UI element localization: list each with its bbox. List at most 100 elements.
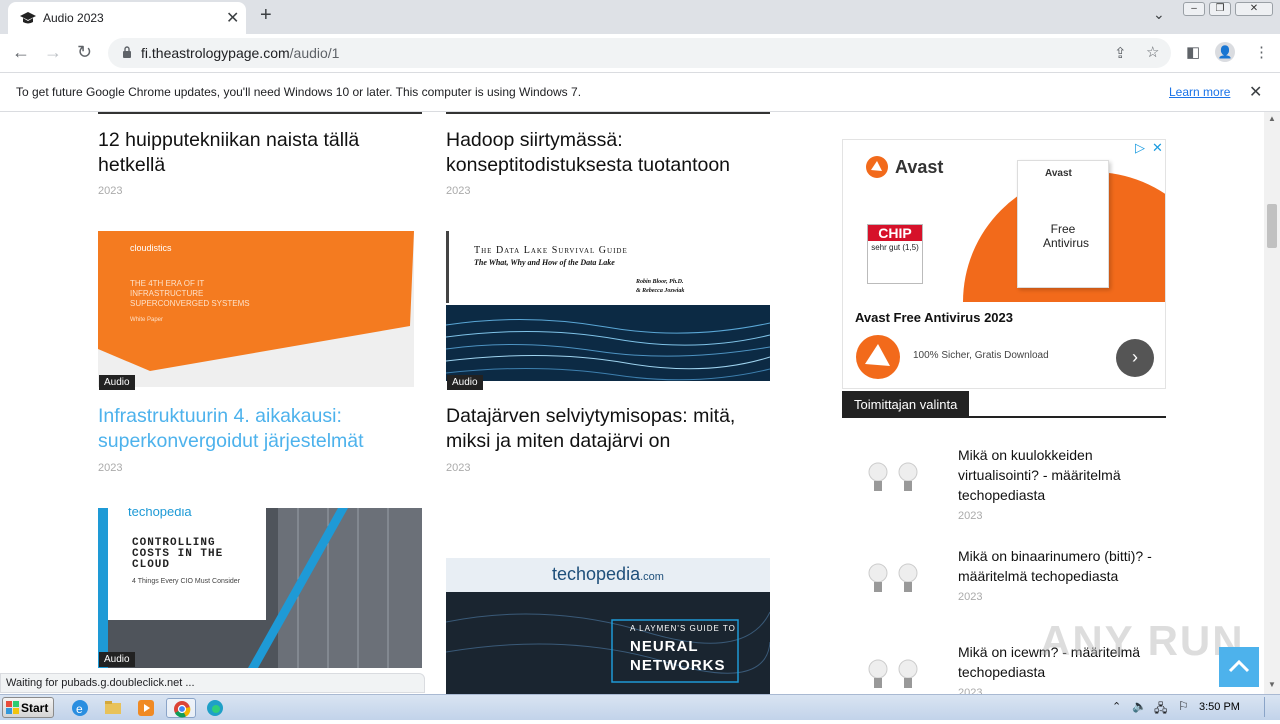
post-thumbnail[interactable]: The Data Lake Survival Guide The What, W…	[446, 231, 770, 381]
lightbulbs-thumbnail[interactable]	[856, 651, 936, 694]
post-thumbnail[interactable]: techopedia CONTROLLING COSTS IN THE CLOU…	[98, 508, 422, 668]
media-player-icon[interactable]	[136, 698, 156, 718]
ie-icon[interactable]: e	[70, 698, 90, 718]
window-close-button[interactable]: ✕	[1235, 2, 1273, 16]
show-desktop-button[interactable]	[1264, 697, 1278, 717]
minimize-button[interactable]: –	[1183, 2, 1205, 16]
thumb-line: SUPERCONVERGED SYSTEMS	[130, 299, 250, 308]
chevron-up-icon	[1228, 659, 1250, 673]
side-post-title[interactable]: Mikä on kuulokkeiden virtualisointi? - m…	[958, 445, 1158, 505]
ad-title[interactable]: Avast Free Antivirus 2023	[855, 310, 1013, 325]
menu-kebab-icon[interactable]: ⋮	[1254, 43, 1269, 61]
bookmark-star-icon[interactable]: ☆	[1146, 43, 1159, 61]
adchoices-icon[interactable]: ▷	[1135, 140, 1145, 156]
ad-subtitle: 100% Sicher, Gratis Download	[913, 350, 1049, 361]
thumb-spine	[446, 231, 449, 303]
thumb-line: NEURAL	[630, 638, 699, 655]
scroll-down-icon[interactable]: ▼	[1268, 680, 1276, 689]
network-icon[interactable]: 🖧	[1154, 699, 1167, 720]
start-button[interactable]: Start	[2, 697, 54, 718]
chrome-taskbar-icon[interactable]	[166, 698, 196, 718]
ad-banner[interactable]: ▷ ✕ Avast Avast Free Antivirus CHIP sehr…	[842, 139, 1166, 389]
url-text: fi.theastrologypage.com/audio/1	[141, 45, 339, 61]
post-year: 2023	[98, 462, 123, 474]
chip-rating: sehr gut (1,5)	[871, 243, 919, 252]
widget-title: Toimittajan valinta	[842, 391, 970, 417]
lightbulbs-thumbnail[interactable]	[856, 454, 936, 514]
widget-divider	[842, 416, 1166, 418]
taskbar-clock[interactable]: 3:50 PM	[1199, 701, 1240, 713]
product-box-brand: Avast	[1045, 168, 1072, 179]
category-badge[interactable]: Audio	[99, 375, 135, 390]
tab-strip: Audio 2023 ✕ + ⌄ – ❐ ✕	[0, 0, 1280, 34]
back-arrow-icon[interactable]: ←	[12, 42, 30, 63]
update-infobar: To get future Google Chrome updates, you…	[0, 72, 1280, 112]
neural-bg-image	[446, 592, 770, 694]
new-tab-button[interactable]: +	[260, 4, 272, 27]
category-badge[interactable]: Audio	[99, 652, 135, 667]
reload-icon[interactable]: ↻	[77, 42, 92, 63]
post-year: 2023	[446, 462, 471, 474]
restore-button[interactable]: ❐	[1209, 2, 1231, 16]
action-center-flag-icon[interactable]: ⚐	[1178, 699, 1189, 713]
avast-logo-icon	[866, 156, 888, 178]
side-post-year: 2023	[958, 510, 983, 522]
learn-more-link[interactable]: Learn more	[1169, 85, 1230, 99]
share-icon[interactable]: ⇪	[1114, 44, 1127, 62]
ad-close-icon[interactable]: ✕	[1152, 140, 1163, 156]
lock-icon[interactable]	[122, 46, 132, 58]
post-image-cutoff	[98, 112, 422, 114]
thumb-line: NETWORKS	[630, 657, 726, 674]
thumb-brand: techopedia.com	[552, 564, 664, 585]
anyrun-watermark: ANY RUN	[1040, 617, 1245, 664]
thumb-text: CONTROLLING COSTS IN THE CLOUD	[132, 538, 223, 571]
explorer-folder-icon[interactable]	[103, 698, 123, 718]
data-waves-image	[446, 305, 770, 381]
profile-avatar-icon[interactable]: 👤	[1215, 42, 1235, 62]
scroll-up-icon[interactable]: ▲	[1268, 114, 1276, 123]
close-infobar-icon[interactable]: ✕	[1249, 82, 1262, 102]
thumb-brand: cloudistics	[130, 243, 172, 253]
lightbulbs-thumbnail[interactable]	[856, 555, 936, 615]
product-box-line: Antivirus	[1043, 236, 1090, 250]
ad-arrow-button[interactable]: ›	[1116, 339, 1154, 377]
thumb-line: CLOUD	[132, 559, 171, 571]
side-panel-icon[interactable]: ◧	[1186, 43, 1200, 61]
forward-arrow-icon[interactable]: →	[44, 42, 62, 63]
post-year: 2023	[98, 185, 123, 197]
thumb-sub: The What, Why and How of the Data Lake	[474, 258, 615, 267]
back-to-top-button[interactable]	[1219, 647, 1259, 687]
tab-search-chevron-icon[interactable]: ⌄	[1153, 6, 1165, 23]
post-title[interactable]: 12 huipputekniikan naista tällä hetkellä	[98, 128, 418, 178]
thumb-author: Robin Bloor, Ph.D.	[636, 279, 684, 285]
thumb-line: White Paper	[130, 317, 164, 323]
thumb-head: The Data Lake Survival Guide	[474, 245, 628, 256]
post-thumbnail[interactable]: techopedia.com A LAYMEN'S GUIDE TO NEURA…	[446, 558, 770, 694]
thumb-brand-suffix: .com	[640, 571, 664, 583]
category-badge[interactable]: Audio	[447, 375, 483, 390]
tab-active[interactable]: Audio 2023 ✕	[8, 2, 246, 34]
thumb-brand-name: techopedia	[552, 564, 641, 584]
post-year: 2023	[446, 185, 471, 197]
close-tab-icon[interactable]: ✕	[226, 8, 239, 28]
edge-icon[interactable]	[205, 698, 225, 718]
post-title[interactable]: Datajärven selviytymisopas: mitä, miksi …	[446, 404, 770, 454]
browser-toolbar: ← → ↻ fi.theastrologypage.com/audio/1 ⇪ …	[0, 34, 1280, 72]
page-content: 12 huipputekniikan naista tällä hetkellä…	[0, 112, 1264, 694]
thumb-text: THE 4TH ERA OF IT INFRASTRUCTURE SUPERCO…	[130, 279, 250, 325]
post-thumbnail[interactable]: cloudistics THE 4TH ERA OF IT INFRASTRUC…	[98, 231, 414, 387]
thumb-line: A LAYMEN'S GUIDE TO	[630, 624, 736, 633]
svg-text:e: e	[76, 702, 83, 716]
page-scrollbar[interactable]: ▲ ▼	[1264, 112, 1280, 694]
address-bar[interactable]: fi.theastrologypage.com/audio/1 ⇪ ☆	[108, 38, 1171, 68]
status-bubble: Waiting for pubads.g.doubleclick.net ...	[0, 673, 425, 693]
post-title[interactable]: Hadoop siirtymässä: konseptitodistuksest…	[446, 128, 770, 178]
volume-icon[interactable]: 🔈	[1132, 699, 1147, 713]
scrollbar-thumb[interactable]	[1267, 204, 1277, 248]
side-post-title[interactable]: Mikä on binaarinumero (bitti)? - määrite…	[958, 546, 1158, 586]
windows-logo-icon	[6, 701, 19, 714]
tray-expand-icon[interactable]: ⌃	[1112, 700, 1121, 713]
post-image-cutoff	[446, 112, 770, 114]
thumb-line: INFRASTRUCTURE	[130, 289, 204, 298]
post-title[interactable]: Infrastruktuurin 4. aikakausi: superkonv…	[98, 404, 418, 454]
